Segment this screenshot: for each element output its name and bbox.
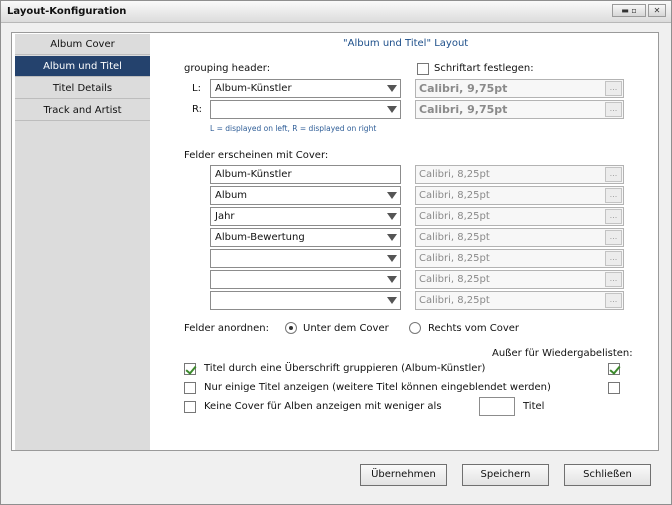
dialog-window: Layout-Konfiguration ▬ ▫ ✕ Album Cover A…	[0, 0, 672, 505]
arrange-right-radio[interactable]	[409, 322, 421, 334]
field-font-box[interactable]: Calibri, 8,25pt ...	[415, 249, 624, 268]
group-by-header-label: Titel durch eine Überschrift gruppieren …	[204, 363, 486, 374]
arrange-below-label: Unter dem Cover	[303, 323, 389, 334]
lr-note: L = displayed on left, R = displayed on …	[210, 124, 377, 133]
group-by-header-playlist-checkbox[interactable]	[608, 363, 620, 375]
group-by-header-checkbox[interactable]	[184, 363, 196, 375]
font-picker-button[interactable]: ...	[605, 251, 622, 266]
font-picker-button[interactable]: ...	[605, 209, 622, 224]
field-dropdown[interactable]	[210, 291, 401, 310]
font-picker-button[interactable]: ...	[605, 102, 622, 117]
field-font-value: Calibri, 8,25pt	[419, 190, 490, 201]
font-picker-button[interactable]: ...	[605, 272, 622, 287]
field-dropdown[interactable]: Album	[210, 186, 401, 205]
field-font-box[interactable]: Calibri, 8,25pt ...	[415, 228, 624, 247]
fields-label: Felder erscheinen mit Cover:	[184, 150, 329, 161]
arrange-right-label: Rechts vom Cover	[428, 323, 520, 334]
close-window-button[interactable]: ✕	[648, 4, 666, 17]
show-some-tracks-checkbox[interactable]	[184, 382, 196, 394]
font-picker-button[interactable]: ...	[605, 293, 622, 308]
font-override-checkbox[interactable]	[417, 63, 429, 75]
grouping-right-font-value: Calibri, 9,75pt	[419, 103, 508, 116]
arrange-below-radio[interactable]	[285, 322, 297, 334]
grouping-right-dropdown[interactable]	[210, 100, 401, 119]
apply-button[interactable]: Übernehmen	[360, 464, 447, 486]
chevron-down-icon[interactable]	[384, 208, 400, 225]
field-font-value: Calibri, 8,25pt	[419, 274, 490, 285]
chevron-down-icon[interactable]	[384, 229, 400, 246]
field-font-box[interactable]: Calibri, 8,25pt ...	[415, 165, 624, 184]
sidebar: Album Cover Album und Titel Titel Detail…	[15, 34, 150, 450]
field-font-box[interactable]: Calibri, 8,25pt ...	[415, 291, 624, 310]
font-picker-button[interactable]: ...	[605, 188, 622, 203]
sidebar-item-album-und-titel[interactable]: Album und Titel	[15, 56, 150, 77]
min-tracks-input[interactable]	[479, 397, 515, 416]
field-font-value: Calibri, 8,25pt	[419, 211, 490, 222]
font-override-label: Schriftart festlegen:	[434, 63, 534, 74]
field-font-value: Calibri, 8,25pt	[419, 232, 490, 243]
field-dropdown[interactable]	[210, 249, 401, 268]
font-picker-button[interactable]: ...	[605, 81, 622, 96]
field-font-box[interactable]: Calibri, 8,25pt ...	[415, 270, 624, 289]
right-prefix-label: R:	[192, 104, 203, 115]
field-font-value: Calibri, 8,25pt	[419, 295, 490, 306]
chevron-down-icon[interactable]	[384, 271, 400, 288]
field-value: Album	[215, 190, 248, 201]
save-button[interactable]: Speichern	[462, 464, 549, 486]
show-some-tracks-playlist-checkbox[interactable]	[608, 382, 620, 394]
field-font-box[interactable]: Calibri, 8,25pt ...	[415, 186, 624, 205]
field-textbox[interactable]: Album-Künstler	[210, 165, 401, 184]
sidebar-item-titel-details[interactable]: Titel Details	[15, 78, 150, 99]
arrange-label: Felder anordnen:	[184, 323, 269, 334]
field-font-box[interactable]: Calibri, 8,25pt ...	[415, 207, 624, 226]
chevron-down-icon[interactable]	[384, 80, 400, 97]
show-some-tracks-label: Nur einige Titel anzeigen (weitere Titel…	[204, 382, 551, 393]
field-dropdown[interactable]: Jahr	[210, 207, 401, 226]
field-dropdown[interactable]	[210, 270, 401, 289]
grouping-header-label: grouping header:	[184, 63, 271, 74]
hide-covers-checkbox[interactable]	[184, 401, 196, 413]
field-value: Jahr	[215, 211, 235, 222]
font-picker-button[interactable]: ...	[605, 230, 622, 245]
sidebar-item-album-cover[interactable]: Album Cover	[15, 34, 150, 55]
chevron-down-icon[interactable]	[384, 292, 400, 309]
min-tracks-suffix: Titel	[523, 401, 545, 412]
field-font-value: Calibri, 8,25pt	[419, 169, 490, 180]
hide-covers-label: Keine Cover für Alben anzeigen mit wenig…	[204, 401, 442, 412]
sidebar-item-track-and-artist[interactable]: Track and Artist	[15, 100, 150, 121]
minimize-maximize-button[interactable]: ▬ ▫	[612, 4, 646, 17]
field-value: Album-Künstler	[215, 169, 292, 180]
grouping-left-font-box[interactable]: Calibri, 9,75pt ...	[415, 79, 624, 98]
chevron-down-icon[interactable]	[384, 101, 400, 118]
grouping-left-value: Album-Künstler	[215, 83, 292, 94]
field-dropdown[interactable]: Album-Bewertung	[210, 228, 401, 247]
font-picker-button[interactable]: ...	[605, 167, 622, 182]
chevron-down-icon[interactable]	[384, 187, 400, 204]
title-bar[interactable]: Layout-Konfiguration ▬ ▫ ✕	[1, 1, 671, 23]
close-button[interactable]: Schließen	[564, 464, 651, 486]
field-font-value: Calibri, 8,25pt	[419, 253, 490, 264]
grouping-left-dropdown[interactable]: Album-Künstler	[210, 79, 401, 98]
chevron-down-icon[interactable]	[384, 250, 400, 267]
grouping-left-font-value: Calibri, 9,75pt	[419, 82, 508, 95]
left-prefix-label: L:	[192, 83, 201, 94]
field-value: Album-Bewertung	[215, 232, 305, 243]
window-title: Layout-Konfiguration	[7, 6, 127, 17]
grouping-right-font-box[interactable]: Calibri, 9,75pt ...	[415, 100, 624, 119]
except-playlists-label: Außer für Wiedergabelisten:	[492, 348, 633, 359]
page-title: "Album und Titel" Layout	[343, 38, 469, 49]
